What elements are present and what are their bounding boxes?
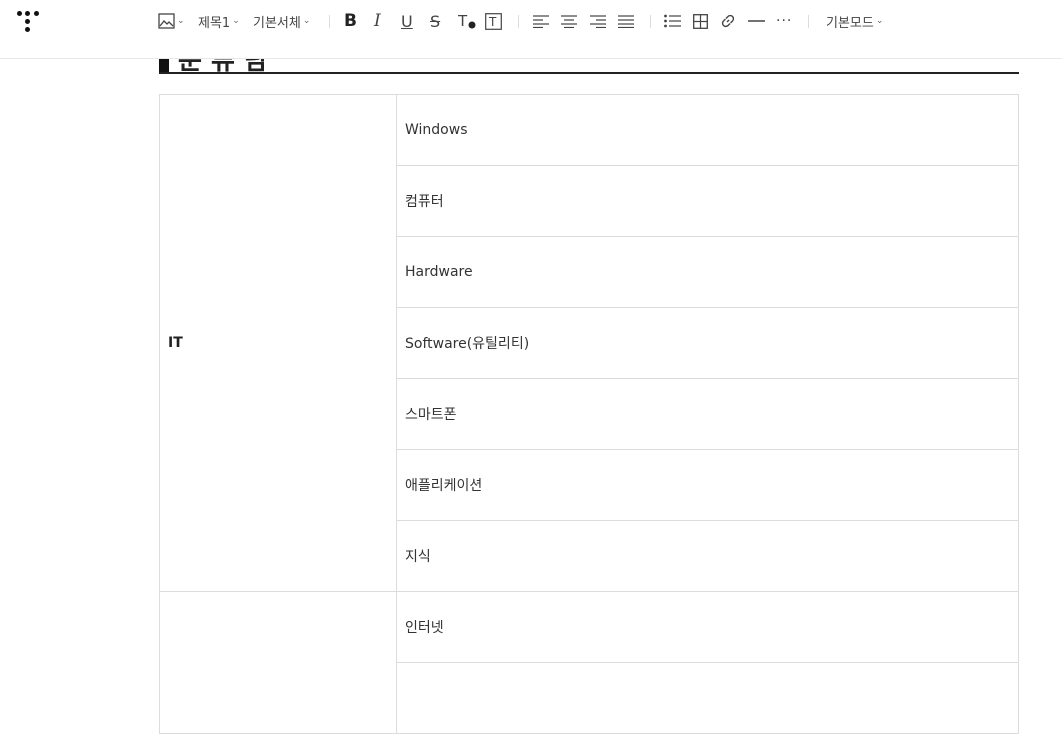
toolbar-divider (650, 15, 651, 28)
table-icon[interactable] (693, 10, 708, 32)
category-table: IT Windows 컴퓨터 Hardware Software(유틸리티) 스… (159, 94, 1019, 734)
table-cell-subcategory[interactable] (396, 662, 1019, 734)
heading-select-label: 제목1 (198, 15, 231, 31)
table-cell-subcategory[interactable]: 인터넷 (396, 591, 1019, 663)
tistory-logo-icon[interactable] (17, 10, 43, 34)
font-select-label: 기본서체 (253, 15, 301, 31)
svg-text:T: T (488, 15, 497, 29)
chevron-down-icon: ⌄ (232, 16, 240, 26)
chevron-down-icon: ⌄ (302, 16, 311, 26)
bullet-list-icon[interactable] (664, 10, 681, 32)
strikethrough-icon[interactable]: S (430, 10, 440, 32)
svg-text:T: T (458, 13, 468, 29)
table-cell-subcategory[interactable]: 컴퓨터 (396, 165, 1019, 237)
mode-select[interactable]: 기본모드 ⌄ (826, 10, 883, 32)
table-cell-subcategory[interactable]: 애플리케이션 (396, 449, 1019, 521)
bold-icon[interactable]: B (344, 10, 357, 32)
font-select[interactable]: 기본서체 ⌄ (253, 10, 310, 32)
align-right-icon[interactable] (590, 10, 606, 32)
align-justify-icon[interactable] (618, 10, 634, 32)
heading-underline (159, 72, 1019, 74)
table-cell-subcategory[interactable]: 지식 (396, 520, 1019, 592)
table-cell-subcategory[interactable]: 스마트폰 (396, 378, 1019, 450)
toolbar-divider (329, 15, 330, 28)
table-cell-main-category[interactable] (159, 591, 397, 734)
link-icon[interactable] (720, 10, 736, 32)
align-center-icon[interactable] (561, 10, 577, 32)
heading-select[interactable]: 제목1 ⌄ (198, 10, 240, 32)
align-left-icon[interactable] (533, 10, 549, 32)
mode-select-label: 기본모드 (826, 15, 874, 31)
more-options-icon[interactable]: ··· (776, 10, 792, 32)
text-color-icon[interactable]: T (458, 10, 476, 32)
italic-icon[interactable]: I (374, 10, 381, 32)
table-cell-subcategory[interactable]: Software(유틸리티) (396, 307, 1019, 379)
toolbar-divider (518, 15, 519, 28)
editor-toolbar: ⌄ 제목1 ⌄ 기본서체 ⌄ B I U S T T ··· 기본모드 ⌄ (0, 0, 1062, 59)
table-cell-subcategory[interactable]: Hardware (396, 236, 1019, 308)
table-cell-subcategory[interactable]: Windows (396, 94, 1019, 166)
chevron-down-icon: ⌄ (177, 16, 185, 26)
chevron-down-icon: ⌄ (875, 16, 884, 26)
horizontal-rule-icon[interactable] (748, 10, 765, 32)
more-options-label: ··· (776, 13, 793, 29)
insert-image-button[interactable]: ⌄ (158, 10, 185, 32)
table-cell-main-category[interactable]: IT (159, 94, 397, 592)
image-icon (158, 13, 175, 29)
text-background-icon[interactable]: T (485, 10, 502, 32)
table-row: IT Windows (159, 94, 1019, 592)
underline-icon[interactable]: U (401, 10, 413, 32)
toolbar-divider (808, 15, 809, 28)
table-row: 인터넷 (159, 591, 1019, 734)
